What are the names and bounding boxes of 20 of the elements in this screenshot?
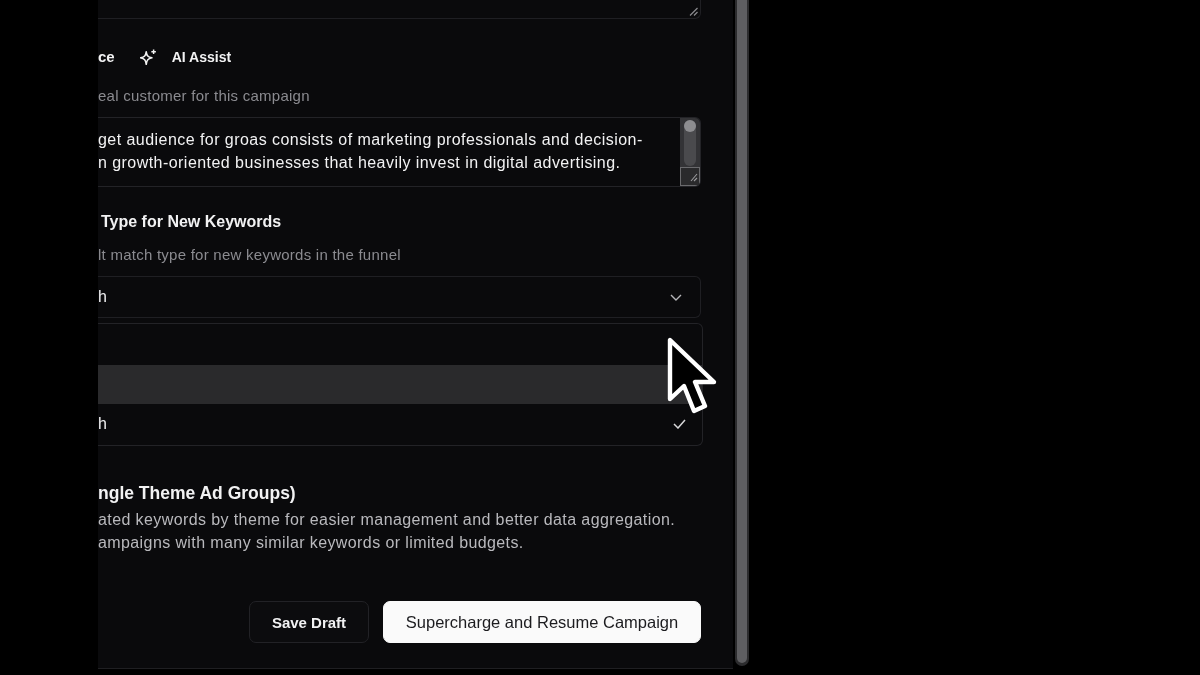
chevron-down-icon (670, 293, 682, 301)
option-title: ngle Theme Ad Groups) (98, 482, 297, 504)
dropdown-option[interactable]: h (98, 404, 702, 443)
sparkle-icon (139, 48, 157, 66)
save-draft-button[interactable]: Save Draft (249, 601, 369, 643)
field-label: ce (98, 47, 115, 67)
dropdown-option[interactable] (98, 365, 702, 404)
textarea-scrollbar[interactable] (680, 118, 700, 186)
resize-grip-icon[interactable] (689, 7, 698, 16)
supercharge-button[interactable]: Supercharge and Resume Campaign (383, 601, 701, 643)
option-description: ated keywords by theme for easier management and better data aggregation. ampaigns with many similar keywords or limited budgets. (98, 510, 677, 553)
field-hint: lt match type for new keywords in the funnel (98, 246, 402, 264)
audience-textarea[interactable]: get audience for groas consists of marketing professionals and decision- n growth-oriented businesses that heavily invest in digital advertising. (98, 117, 701, 187)
text-area-field[interactable] (98, 0, 701, 19)
field-label: Type for New Keywords (100, 212, 283, 232)
match-type-select[interactable]: h (98, 276, 701, 318)
ai-assist-button[interactable]: AI Assist (139, 47, 232, 67)
field-hint: eal customer for this campaign (98, 87, 311, 105)
check-icon (673, 418, 686, 429)
scrollbar[interactable] (735, 0, 749, 666)
